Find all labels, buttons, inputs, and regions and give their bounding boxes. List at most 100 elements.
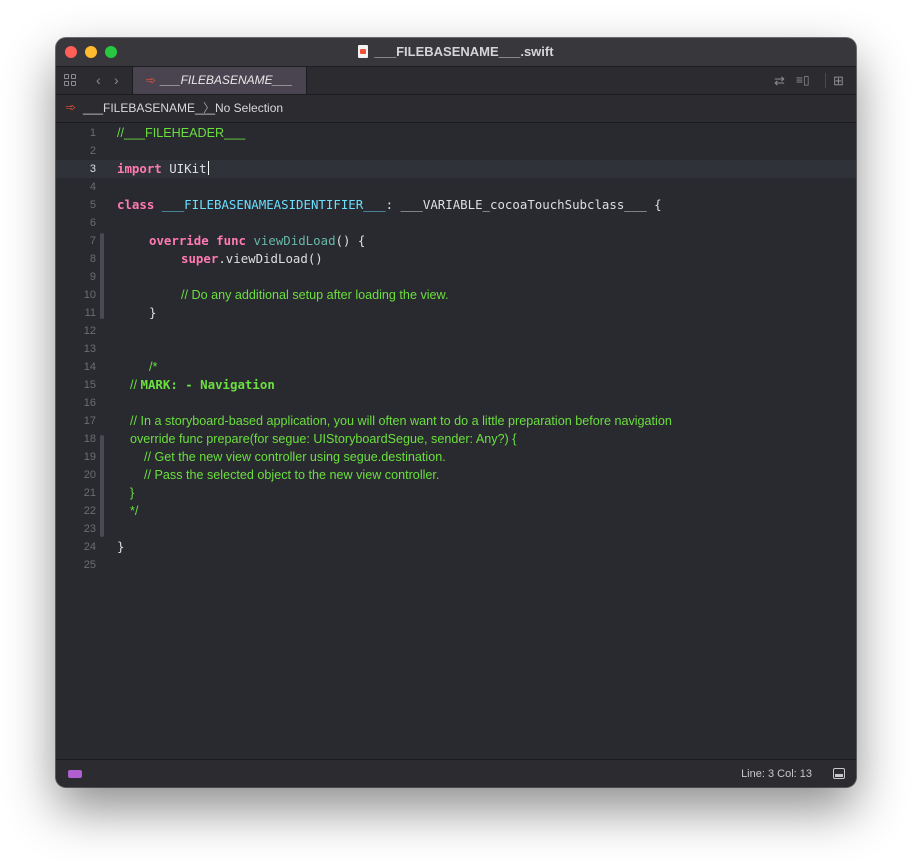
cursor-position: Line: 3 Col: 13 bbox=[741, 768, 812, 780]
line-number: 16 bbox=[83, 397, 96, 409]
chevron-right-icon[interactable]: › bbox=[114, 72, 119, 88]
code-token: } bbox=[149, 305, 157, 320]
code-line[interactable]: 11} bbox=[56, 304, 856, 322]
code-line[interactable]: 14 /* bbox=[56, 358, 856, 376]
add-editor-icon[interactable]: ⊞ bbox=[833, 73, 844, 89]
method-name: viewDidLoad bbox=[253, 233, 336, 248]
code-line[interactable]: 2 bbox=[56, 142, 856, 160]
code-text: super.viewDidLoad() bbox=[181, 250, 323, 268]
code-line[interactable]: 1 //___FILEHEADER___ bbox=[56, 124, 856, 142]
code-line[interactable]: 22 */ bbox=[56, 502, 856, 520]
line-number: 21 bbox=[83, 487, 96, 499]
keyword: func bbox=[216, 233, 246, 248]
panel-icon[interactable] bbox=[833, 768, 845, 779]
jumpbar-separator: 〉 bbox=[203, 101, 216, 115]
code-text: class ___FILEBASENAMEASIDENTIFIER___: __… bbox=[117, 196, 662, 214]
code-line[interactable]: 18 override func prepare(for segue: UISto… bbox=[56, 430, 856, 448]
tab-label: ___FILEBASENAME___ bbox=[160, 73, 293, 87]
code-line[interactable]: 19 // Get the new view controller using s… bbox=[56, 448, 856, 466]
code-text: import UIKit bbox=[117, 160, 209, 178]
jumpbar-file[interactable]: ___FILEBASENAME___ bbox=[83, 95, 215, 122]
line-number: 11 bbox=[84, 307, 96, 319]
code-line[interactable]: 7 override func viewDidLoad() { bbox=[56, 232, 856, 250]
tab-bar: ‹ › ➾ ___FILEBASENAME___ ⇄ ≡▯ ⊞ bbox=[56, 67, 856, 95]
code-token: UIKit bbox=[161, 161, 207, 176]
code-text: // MARK: - Navigation bbox=[130, 376, 275, 394]
code-text: // Get the new view controller using seg… bbox=[144, 448, 446, 466]
swift-file-icon bbox=[358, 45, 369, 58]
line-number: 3 bbox=[89, 163, 96, 175]
keyword: override bbox=[149, 233, 209, 248]
comment: // Pass the selected object to the new v… bbox=[144, 468, 440, 482]
code-line[interactable]: 10 // Do any additional setup after loadi… bbox=[56, 286, 856, 304]
line-number: 1 bbox=[89, 127, 96, 139]
status-bar: Line: 3 Col: 13 bbox=[56, 759, 856, 787]
code-text: // In a storyboard-based application, yo… bbox=[130, 412, 672, 430]
code-line[interactable]: 24} bbox=[56, 538, 856, 556]
code-line[interactable]: 23 bbox=[56, 520, 856, 538]
keyword: import bbox=[117, 161, 162, 176]
code-text: /* bbox=[149, 358, 157, 376]
code-line[interactable]: 6 bbox=[56, 214, 856, 232]
line-number: 17 bbox=[83, 415, 96, 427]
tab-file[interactable]: ➾ ___FILEBASENAME___ bbox=[132, 67, 307, 94]
grid-icon[interactable] bbox=[64, 74, 78, 88]
comment: // In a storyboard-based application, yo… bbox=[130, 414, 672, 428]
line-number: 14 bbox=[83, 361, 96, 373]
window-title: ___FILEBASENAME___.swift bbox=[56, 44, 856, 59]
code-line[interactable]: 12 bbox=[56, 322, 856, 340]
line-number: 23 bbox=[83, 523, 96, 535]
comment: /* bbox=[149, 360, 158, 374]
keyword: super bbox=[181, 251, 219, 266]
code-line[interactable]: 15 // MARK: - Navigation bbox=[56, 376, 856, 394]
title-bar: ___FILEBASENAME___.swift bbox=[56, 38, 856, 67]
line-number: 9 bbox=[89, 271, 96, 283]
line-number: 4 bbox=[89, 181, 96, 193]
line-number: 5 bbox=[89, 199, 96, 211]
code-token: : ___VARIABLE_cocoaTouchSubclass___ { bbox=[385, 197, 662, 212]
code-line[interactable]: 8 super.viewDidLoad() bbox=[56, 250, 856, 268]
code-text: override func prepare(for segue: UIStory… bbox=[130, 430, 516, 448]
line-number: 13 bbox=[83, 343, 96, 355]
code-line[interactable]: 9 bbox=[56, 268, 856, 286]
code-text: // Pass the selected object to the new v… bbox=[144, 466, 439, 484]
comment: */ bbox=[130, 504, 139, 518]
chevron-left-icon[interactable]: ‹ bbox=[96, 72, 101, 88]
comment: // Get the new view controller using seg… bbox=[144, 450, 446, 464]
toolbar-divider bbox=[825, 73, 826, 88]
code-editor[interactable]: 1//___FILEHEADER___ 2 3 import UIKit 4 5 class… bbox=[56, 123, 856, 759]
comment: // Do any additional setup after loading… bbox=[181, 288, 449, 302]
comment: override func prepare(for segue: UIStory… bbox=[130, 432, 517, 446]
code-token: () { bbox=[335, 233, 366, 248]
code-line[interactable]: 3 import UIKit bbox=[56, 160, 856, 178]
code-line[interactable]: 20 // Pass the selected object to the new… bbox=[56, 466, 856, 484]
line-number: 12 bbox=[83, 325, 96, 337]
code-line[interactable]: 17 // In a storyboard-based application, … bbox=[56, 412, 856, 430]
code-text: } bbox=[149, 304, 156, 322]
arrows-swap-icon[interactable]: ⇄ bbox=[774, 73, 785, 89]
code-line[interactable]: 13 bbox=[56, 340, 856, 358]
code-line[interactable]: 5 class ___FILEBASENAMEASIDENTIFIER___: _… bbox=[56, 196, 856, 214]
line-number: 10 bbox=[83, 289, 96, 301]
line-number: 7 bbox=[89, 235, 96, 247]
line-number: 2 bbox=[89, 145, 96, 157]
code-text: } bbox=[130, 484, 134, 502]
code-line[interactable]: 21} bbox=[56, 484, 856, 502]
code-line[interactable]: 16 bbox=[56, 394, 856, 412]
editor-options-icon[interactable]: ≡▯ bbox=[796, 73, 810, 87]
line-number: 24 bbox=[83, 541, 96, 553]
tag-icon[interactable] bbox=[68, 770, 82, 778]
jump-bar: ➾ ___FILEBASENAME___ 〉 No Selection bbox=[56, 95, 856, 123]
code-token: .viewDidLoad() bbox=[218, 251, 323, 266]
line-number: 8 bbox=[89, 253, 96, 265]
line-number: 20 bbox=[83, 469, 96, 481]
line-number: 25 bbox=[83, 559, 96, 571]
line-number: 22 bbox=[83, 505, 96, 517]
code-line[interactable]: 4 bbox=[56, 178, 856, 196]
line-number: 6 bbox=[89, 217, 96, 229]
comment: } bbox=[130, 486, 135, 500]
code-line[interactable]: 25 bbox=[56, 556, 856, 574]
jumpbar-selection[interactable]: No Selection bbox=[215, 95, 283, 122]
comment: // bbox=[130, 378, 141, 392]
line-number: 19 bbox=[83, 451, 96, 463]
